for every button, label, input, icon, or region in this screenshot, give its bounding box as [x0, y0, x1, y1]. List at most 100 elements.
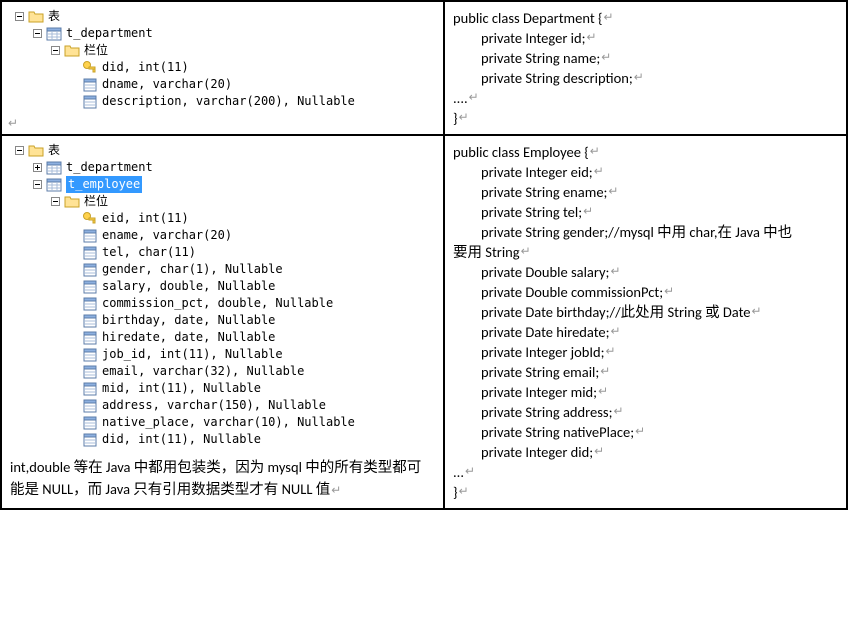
code-text: private Integer id;: [481, 28, 585, 48]
code-text: private Double salary;: [481, 262, 609, 282]
return-icon: ↵: [611, 322, 621, 342]
column-icon: [82, 432, 98, 448]
tree-root-tables[interactable]: 表: [10, 142, 435, 159]
column-label: mid, int(11), Nullable: [102, 380, 261, 397]
return-icon: ↵: [459, 482, 469, 502]
tree-label: 栏位: [84, 193, 108, 210]
return-icon: ↵: [604, 8, 614, 28]
return-icon: ↵: [635, 422, 645, 442]
code-text: private Date birthday;//此处用 String 或 Dat…: [481, 302, 751, 322]
column-icon: [82, 94, 98, 110]
column-label: hiredate, date, Nullable: [102, 329, 275, 346]
code-text: }: [453, 108, 458, 128]
column-icon: [82, 347, 98, 363]
return-icon: ↵: [613, 402, 623, 422]
column-icon: [82, 398, 98, 414]
tree-column[interactable]: did, int(11), Nullable: [10, 431, 435, 448]
tree-columns-folder[interactable]: 栏位: [10, 193, 435, 210]
tree-label: 表: [48, 142, 60, 159]
cell-bottom-right-code: public class Employee {↵ private Integer…: [444, 135, 847, 509]
code-text: 要用 String: [453, 242, 520, 262]
column-label: tel, char(11): [102, 244, 196, 261]
code-text: private Date hiredate;: [481, 322, 610, 342]
key-icon: [82, 60, 98, 76]
tree-label: 表: [48, 8, 60, 25]
return-icon: ↵: [465, 462, 475, 482]
column-label: did, int(11), Nullable: [102, 431, 261, 448]
tree-column[interactable]: hiredate, date, Nullable: [10, 329, 435, 346]
column-icon: [82, 364, 98, 380]
tree-column[interactable]: gender, char(1), Nullable: [10, 261, 435, 278]
return-icon: ↵: [601, 48, 611, 68]
tree-column[interactable]: tel, char(11): [10, 244, 435, 261]
tree-column[interactable]: address, varchar(150), Nullable: [10, 397, 435, 414]
return-icon: ↵: [600, 362, 610, 382]
tree-columns-folder[interactable]: 栏位: [10, 42, 435, 59]
collapse-icon[interactable]: [28, 176, 46, 193]
column-label: native_place, varchar(10), Nullable: [102, 414, 355, 431]
cell-top-left-tree: 表 t_department 栏位 did, int(11): [1, 1, 444, 135]
tree-column[interactable]: birthday, date, Nullable: [10, 312, 435, 329]
tree-column[interactable]: email, varchar(32), Nullable: [10, 363, 435, 380]
tree-column[interactable]: eid, int(11): [10, 210, 435, 227]
code-text: }: [453, 482, 458, 502]
code-text: private String nativePlace;: [481, 422, 634, 442]
column-icon: [82, 415, 98, 431]
tree-column[interactable]: mid, int(11), Nullable: [10, 380, 435, 397]
column-icon: [82, 279, 98, 295]
code-text: private String tel;: [481, 202, 582, 222]
collapse-icon[interactable]: [28, 25, 46, 42]
tree-column[interactable]: dname, varchar(20): [10, 76, 435, 93]
tree-column[interactable]: job_id, int(11), Nullable: [10, 346, 435, 363]
tree-table-department[interactable]: t_department: [10, 159, 435, 176]
key-icon: [82, 211, 98, 227]
folder-icon: [28, 9, 44, 25]
table-icon: [46, 26, 62, 42]
return-icon: ↵: [586, 28, 596, 48]
return-icon: ↵: [752, 302, 762, 322]
return-icon: ↵: [331, 480, 341, 502]
return-icon: ↵: [521, 242, 531, 262]
tree-column[interactable]: salary, double, Nullable: [10, 278, 435, 295]
column-icon: [82, 262, 98, 278]
tree-column[interactable]: did, int(11): [10, 59, 435, 76]
return-icon: ↵: [594, 162, 604, 182]
column-label: birthday, date, Nullable: [102, 312, 275, 329]
return-icon: ↵: [606, 342, 616, 362]
column-icon: [82, 313, 98, 329]
code-text: private Double commissionPct;: [481, 282, 663, 302]
column-icon: [82, 330, 98, 346]
tree-root-tables[interactable]: 表: [10, 8, 435, 25]
return-icon: ↵: [459, 108, 469, 128]
code-text: private String gender;//mysql 中用 char,在 …: [481, 222, 792, 242]
collapse-icon[interactable]: [46, 42, 64, 59]
table-icon: [46, 160, 62, 176]
tree-table-employee[interactable]: t_employee: [10, 176, 435, 193]
column-label: salary, double, Nullable: [102, 278, 275, 295]
code-text: private Integer mid;: [481, 382, 597, 402]
column-label: commission_pct, double, Nullable: [102, 295, 333, 312]
column-icon: [82, 245, 98, 261]
code-text: private String name;: [481, 48, 600, 68]
return-icon: ↵: [664, 282, 674, 302]
code-text: public class Department {: [453, 8, 603, 28]
note-text: int,double 等在 Java 中都用包装类，因为 mysql 中的所有类…: [10, 456, 435, 502]
collapse-icon[interactable]: [10, 142, 28, 159]
tree-table-department[interactable]: t_department: [10, 25, 435, 42]
return-icon: ↵: [610, 262, 620, 282]
tree-column[interactable]: commission_pct, double, Nullable: [10, 295, 435, 312]
tree-column[interactable]: description, varchar(200), Nullable: [10, 93, 435, 110]
return-icon: ↵: [634, 68, 644, 88]
return-icon: ↵: [583, 202, 593, 222]
code-text: private Integer eid;: [481, 162, 593, 182]
code-text: ....: [453, 88, 468, 108]
return-icon: ↵: [598, 382, 608, 402]
collapse-icon[interactable]: [10, 8, 28, 25]
column-label: eid, int(11): [102, 210, 189, 227]
tree-column[interactable]: ename, varchar(20): [10, 227, 435, 244]
expand-icon[interactable]: [28, 159, 46, 176]
tree-column[interactable]: native_place, varchar(10), Nullable: [10, 414, 435, 431]
return-icon: ↵: [8, 116, 18, 130]
tree-label: t_department: [66, 159, 153, 176]
collapse-icon[interactable]: [46, 193, 64, 210]
